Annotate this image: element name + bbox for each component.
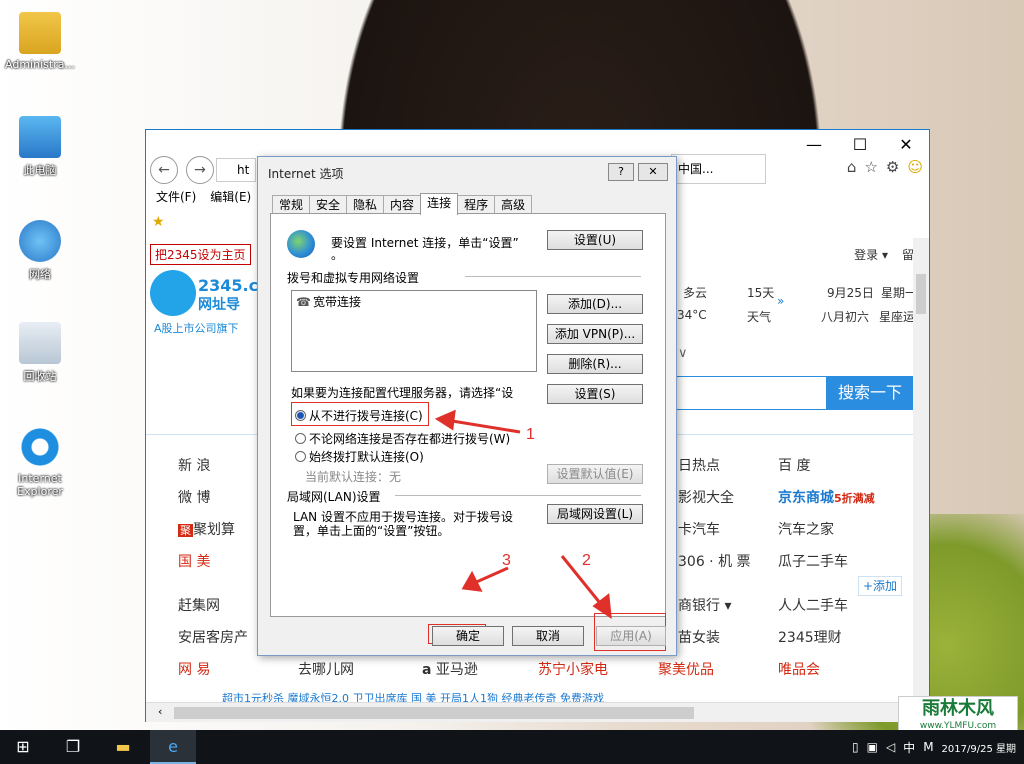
network-tray-icon[interactable]: ▣ bbox=[867, 740, 878, 754]
tab-connections[interactable]: 连接 bbox=[420, 193, 459, 215]
annotation-arrows bbox=[434, 409, 612, 620]
volume-icon[interactable]: ◁ bbox=[886, 740, 895, 754]
annotation-arrow-1 bbox=[445, 418, 521, 434]
file-explorer-button[interactable]: ▬ bbox=[100, 730, 146, 764]
system-tray: ▯ ▣ ◁ 中 M 2017/9/25 星期 bbox=[852, 730, 1016, 764]
taskbar: ⊞ ❐ ▬ e ▯ ▣ ◁ 中 M 2017/9/25 星期 bbox=[0, 730, 1024, 764]
folder-icon: ▬ bbox=[115, 737, 131, 756]
ime-indicator[interactable]: M bbox=[923, 740, 933, 754]
task-view-icon: ❐ bbox=[65, 737, 81, 756]
clock[interactable]: 2017/9/25 星期 bbox=[942, 740, 1016, 755]
annotation-number-1: 1 bbox=[526, 426, 535, 443]
arrowhead-icon bbox=[434, 409, 456, 431]
annotation-number-3: 3 bbox=[502, 552, 511, 569]
arrowhead-icon bbox=[461, 570, 483, 592]
start-button[interactable]: ⊞ bbox=[0, 730, 46, 764]
annotation-number-2: 2 bbox=[582, 552, 591, 569]
ie-icon: e bbox=[168, 737, 178, 756]
windows-logo-icon: ⊞ bbox=[16, 737, 30, 756]
usb-icon[interactable]: ▯ bbox=[852, 740, 859, 754]
language-indicator[interactable]: 中 bbox=[903, 739, 915, 756]
ie-taskbar-button[interactable]: e bbox=[150, 730, 196, 764]
task-view-button[interactable]: ❐ bbox=[50, 730, 96, 764]
